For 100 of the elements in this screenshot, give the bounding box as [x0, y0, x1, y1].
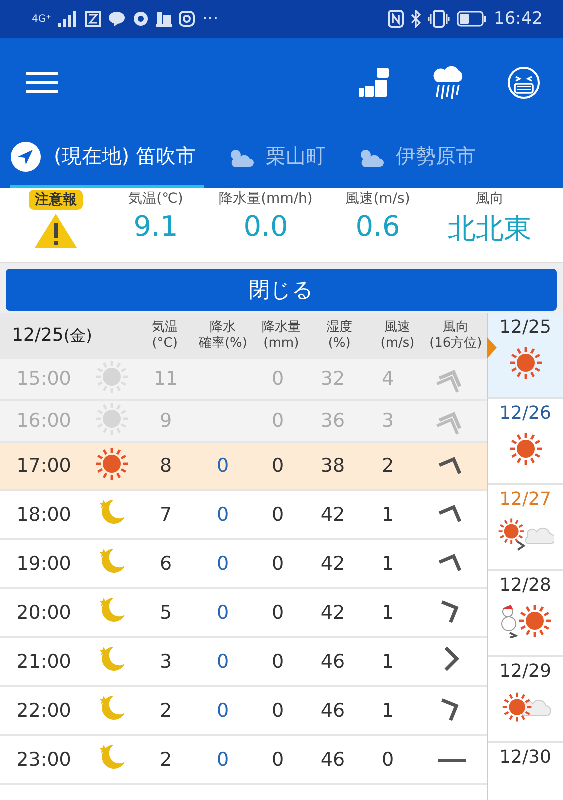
humidity-cell-text: 38	[320, 455, 346, 477]
summary-label: 風向	[476, 190, 504, 208]
location-tab[interactable]: 栗山町	[226, 128, 334, 188]
day-date: 12/29	[500, 661, 552, 682]
day-date: 12/27	[500, 489, 552, 510]
table-date: 12/25(金)	[11, 325, 94, 347]
column-header: 降水量	[262, 320, 301, 336]
wind-speed-cell-text: 4	[380, 368, 396, 390]
precipitation-chance-cell-text: 0	[216, 552, 230, 574]
time-cell-text: 18:00	[16, 504, 72, 526]
day-date: 12/25	[500, 317, 552, 338]
summary-value: 0.6	[356, 210, 400, 243]
temperature-cell-text: 3	[158, 650, 174, 672]
column-header: 湿度	[326, 320, 353, 336]
column-unit: (°C)	[152, 336, 178, 352]
temperature-cell-text: 5	[158, 602, 174, 624]
wind-speed-cell-text: 3	[380, 410, 396, 432]
temperature-cell-text: 6	[158, 552, 174, 574]
day-date: 12/30	[500, 747, 552, 768]
time-cell-text: 21:00	[16, 650, 72, 672]
blocks-icon[interactable]	[359, 68, 391, 98]
summary-value: 0.0	[244, 210, 288, 243]
precipitation-cell-text: 0	[270, 455, 286, 477]
humidity-cell-text: 46	[320, 748, 346, 770]
camera-icon	[179, 11, 196, 27]
precipitation-cell-text: 0	[270, 504, 286, 526]
app-icon	[156, 11, 172, 27]
column-header: 気温	[152, 320, 178, 336]
bluetooth-icon	[411, 10, 421, 28]
summary-value: 北北東	[448, 211, 532, 247]
wind-speed-cell-text: 2	[380, 455, 396, 477]
browser-icon	[133, 11, 150, 27]
day-date: 12/28	[500, 575, 552, 596]
temperature-cell-text: 7	[158, 504, 174, 526]
wind-speed-cell-text: 1	[380, 552, 396, 574]
selection-pointer-icon	[487, 337, 497, 359]
rain-cloud-icon[interactable]	[433, 66, 465, 100]
time-cell-text: 22:00	[16, 700, 72, 722]
humidity-cell-text: 46	[320, 650, 346, 672]
column-unit: (mm)	[264, 336, 300, 352]
temperature-cell-text: 2	[158, 700, 174, 722]
close-button[interactable]: 閉じる	[6, 269, 557, 311]
day-date: 12/26	[500, 403, 552, 424]
alert-badge: 注意報	[29, 190, 83, 210]
precipitation-cell-text: 0	[270, 552, 286, 574]
warning-icon	[33, 212, 79, 250]
time-cell-text: 19:00	[16, 552, 72, 574]
precipitation-chance-cell-text: 0	[216, 602, 230, 624]
temperature-cell-text: 2	[158, 748, 174, 770]
network-label: 4G⁺	[32, 14, 52, 24]
menu-icon[interactable]	[26, 72, 58, 94]
time-cell-text: 20:00	[16, 602, 72, 624]
precipitation-chance-cell-text: 0	[216, 700, 230, 722]
wind-speed-cell-text: 1	[380, 504, 396, 526]
day-item[interactable]: 12/25	[488, 313, 563, 399]
column-unit: (16方位)	[430, 336, 482, 352]
humidity-cell-text: 46	[320, 700, 346, 722]
summary-label: 気温(℃)	[128, 190, 184, 208]
signal-icon	[58, 11, 78, 27]
precipitation-cell-text: 0	[270, 410, 286, 432]
precipitation-chance-cell-text: 0	[216, 504, 230, 526]
summary-label: 風速(m/s)	[346, 190, 410, 208]
time-cell-text: 15:00	[16, 368, 72, 390]
column-header: 降水	[210, 320, 236, 336]
nfc-icon	[388, 10, 404, 28]
humidity-cell-text: 42	[320, 602, 346, 624]
wind-speed-cell-text: 1	[380, 700, 396, 722]
humidity-cell-text: 42	[320, 504, 346, 526]
clock-time: 16:42	[494, 9, 543, 29]
column-unit: (m/s)	[380, 336, 415, 352]
location-tab[interactable]: 伊勢原市	[356, 128, 484, 188]
wind-speed-cell-text: 1	[380, 650, 396, 672]
humidity-cell-text: 32	[320, 368, 346, 390]
column-unit: 確率(%)	[198, 336, 248, 352]
temperature-cell-text: 11	[152, 368, 180, 390]
battery-icon	[457, 11, 487, 27]
precipitation-chance-cell-text: 0	[216, 748, 230, 770]
humidity-cell-text: 42	[320, 552, 346, 574]
humidity-cell-text: 36	[320, 410, 346, 432]
precipitation-cell-text: 0	[270, 700, 286, 722]
precipitation-cell-text: 0	[270, 650, 286, 672]
precipitation-cell-text: 0	[270, 368, 286, 390]
summary-value: 9.1	[134, 210, 178, 243]
vibrate-icon	[428, 10, 450, 28]
temperature-cell-text: 9	[158, 410, 174, 432]
time-cell-text: 23:00	[16, 748, 72, 770]
column-header: 風向	[442, 320, 469, 336]
chat-icon	[108, 11, 126, 27]
column-header: 風速	[384, 320, 411, 336]
wind-speed-cell-text: 1	[380, 602, 396, 624]
masked-face-icon[interactable]	[507, 66, 541, 100]
time-cell-text: 16:00	[16, 410, 72, 432]
precipitation-chance-cell-text: 0	[216, 455, 230, 477]
temperature-cell-text: 8	[158, 455, 174, 477]
location-tab[interactable]: (現在地) 笛吹市	[10, 128, 204, 188]
column-unit: (%)	[328, 336, 351, 352]
app-icon	[85, 11, 102, 27]
precipitation-chance-cell-text: 0	[216, 650, 230, 672]
summary-label: 降水量(mm/h)	[219, 190, 313, 208]
time-cell-text: 17:00	[16, 455, 72, 477]
